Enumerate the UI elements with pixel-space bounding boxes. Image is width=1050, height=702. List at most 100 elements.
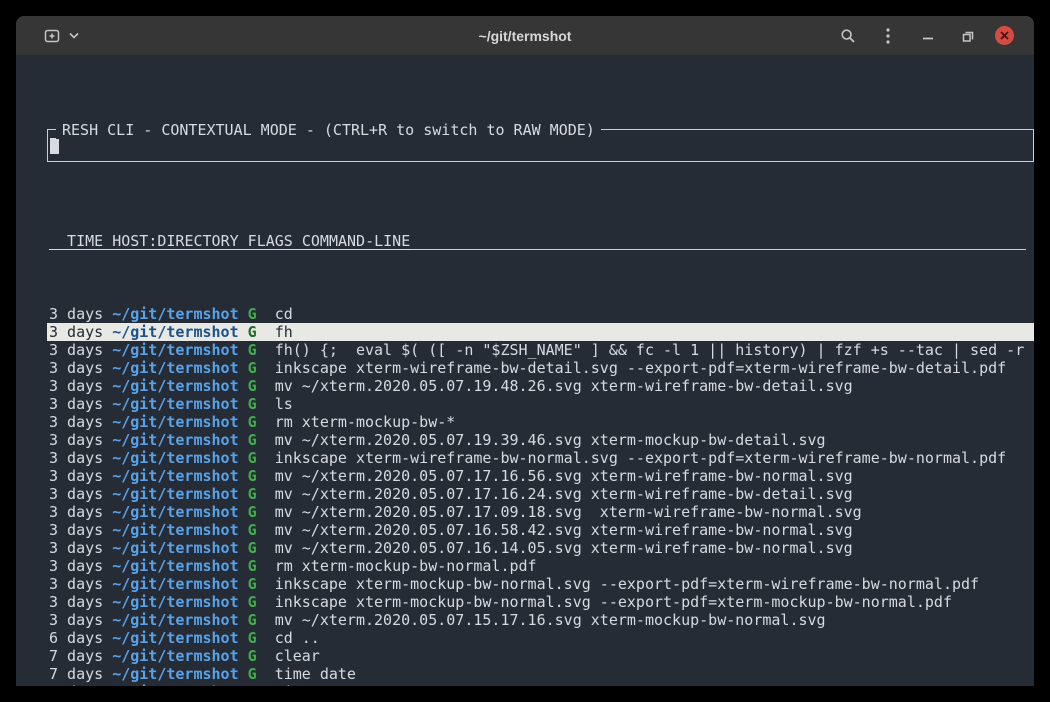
row-command: mv ~/xterm.2020.05.07.16.14.05.svg xterm… [275,539,853,557]
row-flags: G [248,323,257,341]
row-command: inkscape xterm-wireframe-bw-normal.svg -… [275,449,1007,467]
menu-button[interactable] [875,23,901,49]
history-row[interactable]: 3 days~/git/termshotGmv ~/xterm.2020.05.… [49,467,1026,485]
history-row[interactable]: 3 days ~/git/termshot Gmv ~/xterm.2020.05.… [49,521,1026,539]
row-flags: G [248,485,257,503]
table-header: TIME HOST:DIRECTORY FLAGS COMMAND-LINE [49,232,1026,250]
row-command: time x=1 [275,683,347,686]
row-time: 3 days [49,377,103,395]
row-command: cd .. [275,629,320,647]
row-time: 6 days [49,629,103,647]
history-row[interactable]: 3 days ~/git/termshot Gmv ~/xterm.2020.05.… [49,539,1026,557]
row-host: ~/git/termshot [112,359,238,377]
titlebar: ~/git/termshot [16,16,1034,56]
search-button[interactable] [835,23,861,49]
row-command: rm xterm-mockup-bw-normal.pdf [275,557,537,575]
history-row[interactable]: 6 days ~/git/termshot Gcd .. [49,629,1026,647]
row-command: mv ~/xterm.2020.05.07.17.09.18.svg xterm… [275,503,862,521]
history-row[interactable]: 3 days~/git/termshotGinkscape xterm-mock… [49,593,1026,611]
row-time: 7 days [49,665,103,683]
row-command: clear [275,647,320,665]
row-host: ~/git/termshot [112,449,238,467]
row-flags: G [248,413,257,431]
row-host: ~/git/termshot [112,521,238,539]
row-flags: G [248,611,257,629]
row-command: mv ~/xterm.2020.05.07.17.16.24.svg xterm… [275,485,853,503]
row-flags: G [248,683,257,686]
row-time: 3 days [49,611,103,629]
row-flags: G [248,305,257,323]
row-flags: G [248,665,257,683]
row-host: ~/git/termshot [112,539,238,557]
row-time: 3 days [49,341,103,359]
row-time: 3 days [49,305,103,323]
row-flags: G [248,629,257,647]
history-row[interactable]: 3 days~/git/termshotGrm xterm-mockup-bw-… [49,557,1026,575]
close-icon [1000,31,1009,40]
row-host: ~/git/termshot [112,305,238,323]
row-host: ~/git/termshot [112,593,238,611]
history-row[interactable]: 3 days~/git/termshotGrm xterm-mockup-bw-… [49,413,1026,431]
row-command: inkscape xterm-mockup-bw-normal.svg --ex… [275,575,979,593]
row-time: 3 days [49,503,103,521]
row-flags: G [248,377,257,395]
row-flags: G [248,341,257,359]
row-command: mv ~/xterm.2020.05.07.19.48.26.svg xterm… [275,377,853,395]
close-button[interactable] [995,26,1014,45]
row-command: fh() {; eval $( ([ -n "$ZSH_NAME" ] && f… [275,341,1025,359]
history-row[interactable]: 3 days~/git/termshotGmv ~/xterm.2020.05.… [49,431,1026,449]
row-time: 7 days [49,683,103,686]
row-host: ~/git/termshot [112,557,238,575]
row-command: inkscape xterm-wireframe-bw-detail.svg -… [275,359,1007,377]
history-row[interactable]: 3 days~/git/termshotGmv ~/xterm.2020.05.… [49,377,1026,395]
terminal-window: ~/git/termshot [16,16,1034,686]
row-time: 3 days [49,575,103,593]
minimize-icon [921,29,935,43]
row-host: ~/git/termshot [112,647,238,665]
history-row[interactable]: 7 days ~/git/termshot Gtime date [49,665,1026,683]
history-row[interactable]: 3 days~/git/termshotGls [49,395,1026,413]
row-flags: G [248,449,257,467]
mode-title: RESH CLI - CONTEXTUAL MODE - (CTRL+R to … [56,121,601,139]
terminal[interactable]: RESH CLI - CONTEXTUAL MODE - (CTRL+R to … [16,56,1034,686]
row-time: 3 days [49,521,103,539]
row-flags: G [248,539,257,557]
row-time: 3 days [49,395,103,413]
history-row[interactable]: 3 days~/git/termshotGfh [47,323,1034,341]
row-host: ~/git/termshot [112,683,238,686]
history-row[interactable]: 7 days ~/git/termshot Gtime x=1 [49,683,1026,686]
row-time: 3 days [49,539,103,557]
row-time: 3 days [49,431,103,449]
row-command: inkscape xterm-mockup-bw-normal.svg --ex… [275,593,952,611]
history-row[interactable]: 3 days~/git/termshotGcd [49,305,1026,323]
history-row[interactable]: 3 days~/git/termshotGfh() {; eval $( ([ … [49,341,1026,359]
row-host: ~/git/termshot [112,665,238,683]
row-flags: G [248,431,257,449]
row-command: time date [275,665,356,683]
row-command: mv ~/xterm.2020.05.07.16.58.42.svg xterm… [275,521,853,539]
restore-button[interactable] [955,23,981,49]
history-row[interactable]: 3 days~/git/termshotGmv ~/xterm.2020.05.… [49,485,1026,503]
search-input[interactable]: RESH CLI - CONTEXTUAL MODE - (CTRL+R to … [47,129,1034,162]
history-row[interactable]: 3 days~/git/termshotGmv ~/xterm.2020.05.… [49,611,1026,629]
history-row[interactable]: 3 days~/git/termshotGmv ~/xterm.2020.05.… [49,503,1026,521]
row-time: 3 days [49,449,103,467]
minimize-button[interactable] [915,23,941,49]
window-title: ~/git/termshot [479,28,572,44]
history-row[interactable]: 3 days~/git/termshotGinkscape xterm-wire… [49,359,1026,377]
row-time: 3 days [49,467,103,485]
history-row[interactable]: 7 days~/git/termshotGclear [49,647,1026,665]
row-host: ~/git/termshot [112,323,238,341]
row-time: 3 days [49,323,103,341]
row-flags: G [248,395,257,413]
row-flags: G [248,647,257,665]
history-row[interactable]: 3 days ~/git/termshot Ginkscape xterm-wire… [49,449,1026,467]
new-tab-button[interactable] [38,24,85,48]
search-icon [840,28,856,44]
row-command: mv ~/xterm.2020.05.07.19.39.46.svg xterm… [275,431,826,449]
row-flags: G [248,593,257,611]
row-flags: G [248,521,257,539]
kebab-menu-icon [886,28,890,44]
row-host: ~/git/termshot [112,629,238,647]
history-row[interactable]: 3 days~/git/termshotGinkscape xterm-mock… [49,575,1026,593]
